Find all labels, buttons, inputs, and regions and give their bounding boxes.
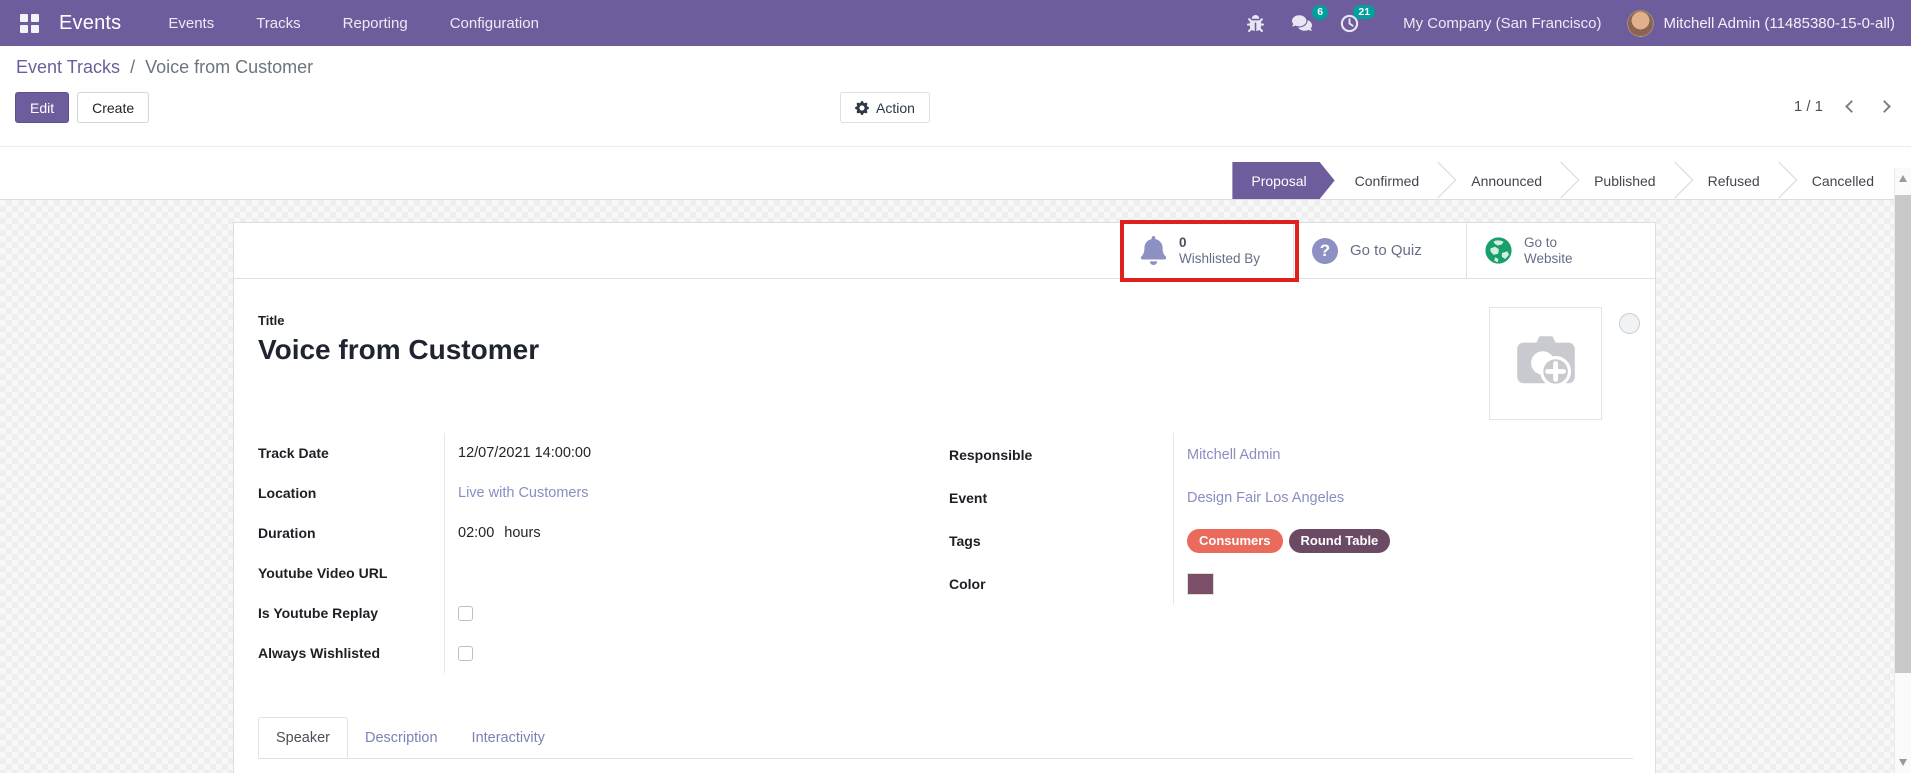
bell-icon — [1140, 236, 1167, 265]
pager-next-button[interactable] — [1878, 100, 1891, 113]
website-label-line2: Website — [1524, 251, 1573, 267]
action-button-label: Action — [876, 100, 915, 116]
track-date-value: 12/07/2021 14:00:00 — [458, 445, 591, 461]
user-menu[interactable]: Mitchell Admin (11485380-15-0-all) — [1663, 15, 1895, 32]
notebook-tabs: Speaker Description Interactivity — [258, 717, 1633, 759]
is-youtube-replay-checkbox[interactable] — [458, 606, 473, 621]
activities-badge: 21 — [1353, 5, 1375, 20]
app-title[interactable]: Events — [59, 12, 121, 35]
track-title: Voice from Customer — [258, 333, 1631, 367]
apps-menu-icon[interactable] — [20, 14, 39, 33]
pager-value: 1 / 1 — [1794, 98, 1823, 115]
globe-icon — [1485, 237, 1512, 264]
status-cancelled[interactable]: Cancelled — [1792, 162, 1894, 199]
field-youtube-url: Youtube Video URL — [258, 553, 934, 593]
event-link[interactable]: Design Fair Los Angeles — [1187, 490, 1344, 506]
status-proposal[interactable]: Proposal — [1232, 162, 1334, 199]
gear-icon — [855, 101, 869, 115]
status-separator — [1676, 162, 1688, 199]
wishlist-label: Wishlisted By — [1179, 251, 1260, 267]
tab-description[interactable]: Description — [348, 717, 455, 758]
location-link[interactable]: Live with Customers — [458, 485, 589, 501]
breadcrumb-event-tracks[interactable]: Event Tracks — [16, 57, 120, 77]
kanban-state-toggle[interactable] — [1619, 313, 1640, 334]
title-field-label: Title — [258, 313, 1631, 328]
breadcrumb-current: Voice from Customer — [145, 57, 313, 77]
always-wishlisted-checkbox[interactable] — [458, 646, 473, 661]
sheet-body: Title Voice from Customer Track Date 12/… — [234, 313, 1655, 759]
image-upload-placeholder[interactable] — [1489, 307, 1602, 420]
wishlist-count: 0 — [1179, 235, 1260, 251]
tag-consumers[interactable]: Consumers — [1187, 529, 1283, 553]
menu-tracks[interactable]: Tracks — [235, 0, 321, 46]
field-track-date: Track Date 12/07/2021 14:00:00 — [258, 433, 934, 473]
statusbar: Proposal Confirmed Announced Published R… — [0, 148, 1911, 200]
odoo-events-window: Events Events Tracks Reporting Configura… — [0, 0, 1911, 773]
scroll-up-arrow[interactable] — [1899, 175, 1907, 182]
menu-reporting[interactable]: Reporting — [322, 0, 429, 46]
quiz-label: Go to Quiz — [1350, 242, 1422, 259]
field-responsible: Responsible Mitchell Admin — [949, 433, 1489, 476]
question-icon: ? — [1312, 238, 1338, 264]
field-is-youtube-replay: Is Youtube Replay — [258, 593, 934, 633]
field-event: Event Design Fair Los Angeles — [949, 476, 1489, 519]
form-buttons: Edit Create — [15, 92, 149, 123]
navbar-systray: 6 21 My Company (San Francisco) Mitchell… — [1233, 10, 1895, 37]
status-separator — [1439, 162, 1451, 199]
main-menu: Events Tracks Reporting Configuration — [147, 0, 560, 46]
vertical-scrollbar[interactable] — [1894, 168, 1911, 773]
scroll-down-arrow[interactable] — [1899, 759, 1907, 766]
form-sheet: 0 Wishlisted By ? Go to Quiz Go to Websi… — [233, 222, 1656, 773]
responsible-link[interactable]: Mitchell Admin — [1187, 447, 1280, 463]
company-switcher[interactable]: My Company (San Francisco) — [1373, 15, 1627, 32]
create-button[interactable]: Create — [77, 92, 149, 123]
wishlisted-by-button[interactable]: 0 Wishlisted By — [1122, 223, 1293, 278]
tab-speaker[interactable]: Speaker — [258, 717, 348, 758]
field-location: Location Live with Customers — [258, 473, 934, 513]
tab-interactivity[interactable]: Interactivity — [455, 717, 562, 758]
messages-icon[interactable]: 6 — [1278, 14, 1326, 32]
breadcrumb-separator: / — [130, 57, 135, 77]
go-to-quiz-button[interactable]: ? Go to Quiz — [1293, 223, 1466, 278]
field-always-wishlisted: Always Wishlisted — [258, 633, 934, 673]
bug-icon[interactable] — [1233, 15, 1278, 32]
field-duration: Duration 02:00 hours — [258, 513, 934, 553]
form-view-background: 0 Wishlisted By ? Go to Quiz Go to Websi… — [0, 200, 1894, 773]
edit-button[interactable]: Edit — [15, 92, 69, 123]
fields-right-column: Responsible Mitchell Admin Event Design … — [949, 433, 1489, 673]
field-tags: Tags Consumers Round Table — [949, 519, 1489, 562]
status-separator — [1780, 162, 1792, 199]
breadcrumb: Event Tracks / Voice from Customer — [16, 57, 313, 78]
user-avatar[interactable] — [1627, 10, 1654, 37]
menu-events[interactable]: Events — [147, 0, 235, 46]
scrollbar-thumb[interactable] — [1895, 195, 1911, 673]
control-panel: Event Tracks / Voice from Customer Edit … — [0, 46, 1911, 147]
activities-clock-icon[interactable]: 21 — [1326, 14, 1373, 33]
duration-unit: hours — [504, 525, 540, 541]
status-separator — [1562, 162, 1574, 199]
top-navbar: Events Events Tracks Reporting Configura… — [0, 0, 1911, 46]
go-to-website-button[interactable]: Go to Website — [1466, 223, 1655, 278]
camera-plus-icon — [1510, 332, 1582, 396]
action-menu-button[interactable]: Action — [840, 92, 930, 123]
fields-left-column: Track Date 12/07/2021 14:00:00 Location … — [258, 433, 934, 673]
color-field-swatch[interactable] — [1187, 573, 1214, 595]
tag-round-table[interactable]: Round Table — [1289, 529, 1391, 553]
menu-configuration[interactable]: Configuration — [429, 0, 560, 46]
pager: 1 / 1 — [1794, 98, 1889, 115]
duration-value: 02:00 — [458, 525, 494, 541]
website-label-line1: Go to — [1524, 235, 1573, 251]
stat-button-box: 0 Wishlisted By ? Go to Quiz Go to Websi… — [234, 223, 1655, 279]
field-color: Color — [949, 562, 1489, 605]
pager-previous-button[interactable] — [1845, 100, 1858, 113]
